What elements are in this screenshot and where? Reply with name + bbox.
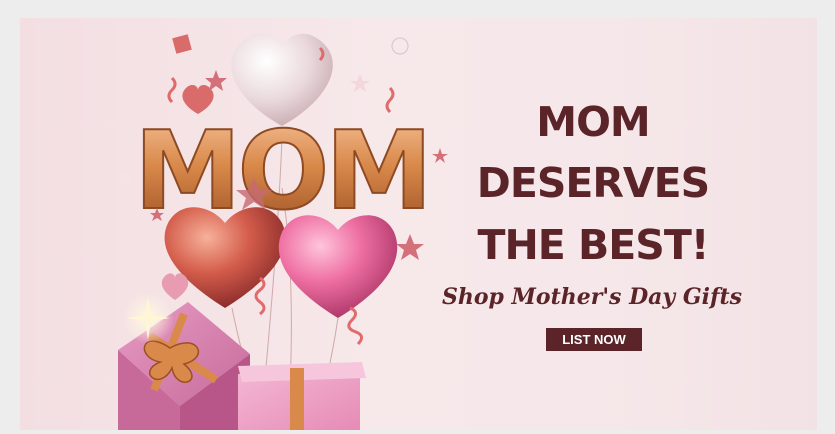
page-frame: MOM MOM DESERVES THE BEST! Shop Mother's…: [0, 0, 835, 434]
mothers-day-banner[interactable]: MOM MOM DESERVES THE BEST! Shop Mother's…: [20, 18, 817, 430]
gift-box-icon: [238, 362, 366, 430]
headline-line-2: DESERVES: [476, 159, 710, 207]
list-now-button[interactable]: LIST NOW: [546, 328, 642, 351]
headline-line-3: THE BEST!: [477, 221, 709, 269]
confetti-cube: [172, 34, 192, 54]
headline-line-1: MOM: [536, 98, 650, 146]
pearl: [391, 37, 409, 55]
heart-balloon-icon: [161, 273, 189, 300]
heart-balloon-icon: [278, 215, 398, 318]
star-icon: [350, 74, 370, 92]
subtitle: Shop Mother's Day Gifts: [441, 284, 743, 310]
pearl: [120, 172, 132, 184]
